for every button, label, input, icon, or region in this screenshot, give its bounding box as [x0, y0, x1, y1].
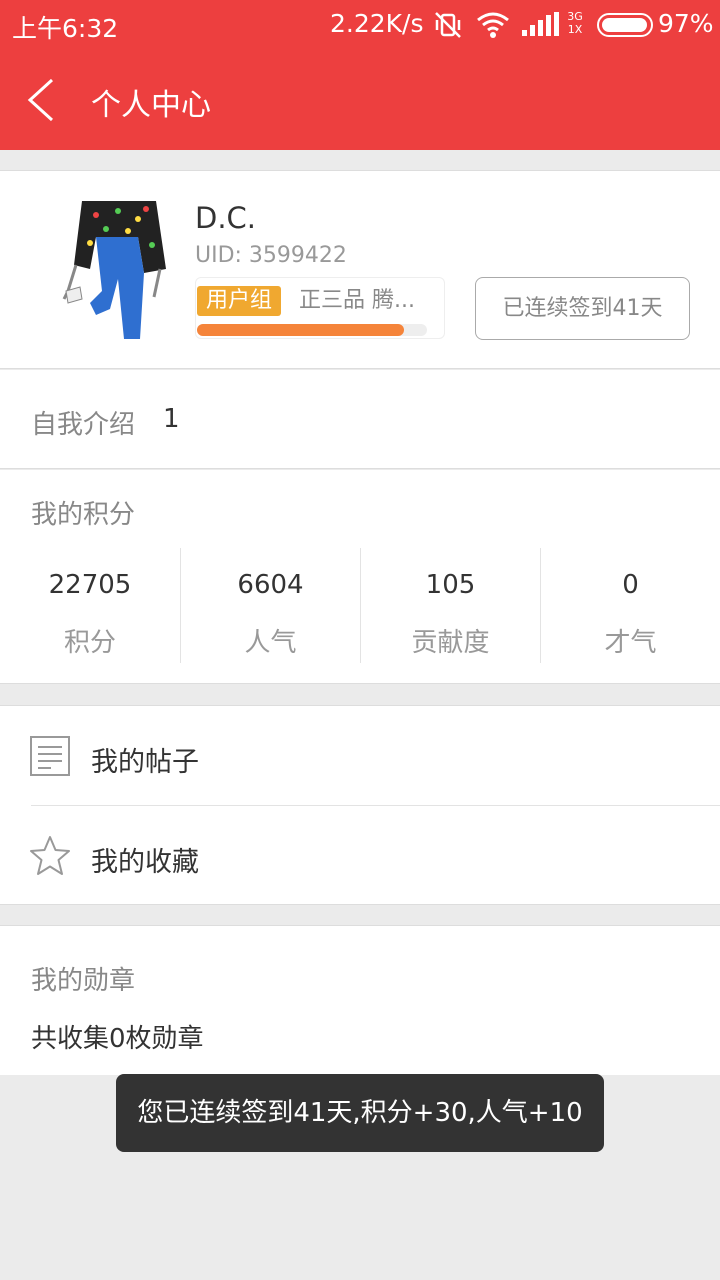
- stat-talent: 0 才气: [540, 548, 720, 663]
- stat-value: 22705: [48, 570, 132, 600]
- stat-points: 22705 积分: [0, 548, 180, 663]
- stat-label: 才气: [604, 628, 657, 658]
- network-type: 3G 1X: [567, 10, 583, 36]
- user-group-name: 正三品 腾...: [299, 288, 415, 313]
- stat-contribution: 105 贡献度: [360, 548, 540, 663]
- signin-button[interactable]: 已连续签到41天: [475, 277, 690, 340]
- menu-item-label: 我的收藏: [91, 847, 199, 878]
- wifi-icon: [477, 12, 509, 38]
- star-icon: [30, 836, 70, 875]
- page-title: 个人中心: [91, 88, 211, 123]
- level-progress-bar: [197, 324, 427, 336]
- status-bar: 上午6:32 2.22K/s 3G 1X 97%: [0, 0, 720, 50]
- battery-icon: [597, 13, 653, 37]
- document-icon: [30, 736, 70, 776]
- menu-item-my-posts[interactable]: 我的帖子: [0, 706, 720, 805]
- chevron-left-icon[interactable]: [22, 76, 62, 124]
- self-intro-label: 自我介绍: [31, 410, 136, 440]
- user-group-box: 用户组 正三品 腾...: [195, 277, 445, 339]
- user-group-tag: 用户组: [197, 286, 282, 316]
- app-header: 上午6:32 2.22K/s 3G 1X 97% 个人中心: [0, 0, 720, 150]
- stat-label: 人气: [244, 628, 297, 658]
- status-network-speed: 2.22K/s: [330, 9, 424, 38]
- menu-item-label: 我的帖子: [91, 747, 199, 778]
- username: D.C.: [195, 201, 257, 235]
- level-progress-fill: [197, 324, 404, 336]
- toast-message: 您已连续签到41天,积分+30,人气+10: [116, 1074, 604, 1152]
- medals-count: 共收集0枚勋章: [31, 1024, 204, 1054]
- battery-percent: 97%: [658, 9, 714, 38]
- self-intro-value: 1: [163, 404, 180, 434]
- avatar[interactable]: [46, 199, 174, 341]
- menu-list: 我的帖子 我的收藏: [0, 705, 720, 905]
- points-title: 我的积分: [31, 500, 136, 530]
- stat-value: 0: [622, 570, 639, 600]
- medals-section[interactable]: 我的勋章 共收集0枚勋章: [0, 925, 720, 1075]
- vibrate-off-icon: [435, 12, 461, 38]
- stat-popularity: 6604 人气: [180, 548, 360, 663]
- status-time: 上午6:32: [12, 14, 119, 43]
- user-id: UID: 3599422: [195, 243, 347, 268]
- stat-label: 积分: [63, 628, 116, 658]
- self-intro-row[interactable]: 自我介绍 1: [0, 370, 720, 469]
- stat-value: 6604: [237, 570, 304, 600]
- medals-title: 我的勋章: [31, 966, 136, 996]
- points-section: 我的积分 22705 积分 6604 人气 105 贡献度 0 才气: [0, 470, 720, 684]
- signal-icon: [522, 12, 559, 36]
- menu-item-my-favorites[interactable]: 我的收藏: [0, 806, 720, 905]
- profile-card: D.C. UID: 3599422 用户组 正三品 腾... 已连续签到41天: [0, 170, 720, 369]
- stat-label: 贡献度: [411, 628, 490, 658]
- stat-value: 105: [425, 570, 476, 600]
